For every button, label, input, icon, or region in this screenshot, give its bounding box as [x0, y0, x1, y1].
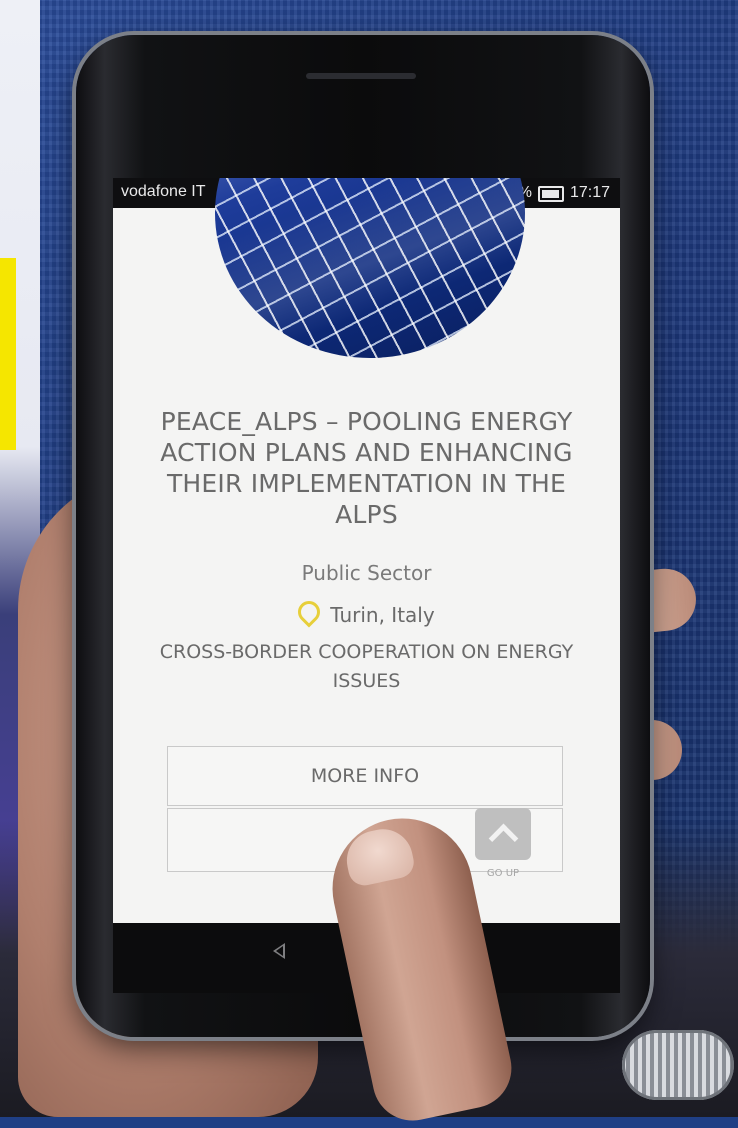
- map-pin-icon: [293, 596, 325, 628]
- clock: 17:17: [569, 184, 610, 201]
- go-up-button[interactable]: [475, 808, 531, 860]
- battery-icon: [537, 186, 564, 202]
- back-triangle-icon[interactable]: [273, 943, 285, 959]
- earpiece-speaker: [306, 73, 416, 79]
- project-category: CROSS-BORDER COOPERATION ON ENERGY ISSUE…: [159, 641, 574, 692]
- go-up-label: GO UP: [486, 868, 520, 879]
- project-title: PEACE_ALPS – POOLING ENERGY ACTION PLANS…: [160, 407, 573, 529]
- more-info-button[interactable]: MORE INFO: [167, 746, 563, 806]
- project-location: Turin, Italy: [113, 596, 620, 628]
- ring: [622, 1030, 734, 1100]
- background-yellow-patch: [0, 258, 16, 450]
- solar-panel-image: [215, 178, 525, 358]
- location-text: Turin, Italy: [330, 603, 435, 627]
- project-sector: Public Sector: [301, 561, 432, 585]
- project-listing-page: PEACE_ALPS – POOLING ENERGY ACTION PLANS…: [113, 178, 620, 923]
- chevron-up-icon: [488, 823, 518, 853]
- phone-screen: vodafone IT N ◎ .▎▎▎ 95% 17:17 PEACE_ALP…: [113, 178, 620, 923]
- carrier-name: vodafone IT: [121, 183, 206, 200]
